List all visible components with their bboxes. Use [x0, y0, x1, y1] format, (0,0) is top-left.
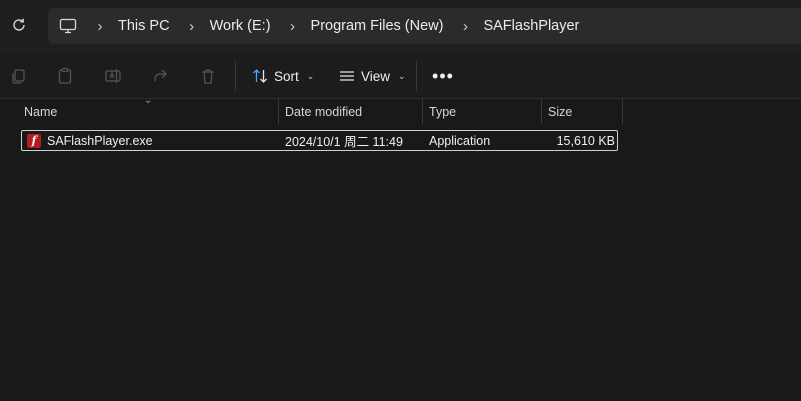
table-row[interactable]: f SAFlashPlayer.exe 2024/10/1 周二 11:49 A… — [21, 130, 618, 151]
file-size: 15,610 KB — [556, 133, 615, 148]
copy-button[interactable] — [6, 64, 30, 88]
more-options-button[interactable]: ••• — [432, 65, 454, 87]
column-header-date-label: Date modified — [285, 104, 363, 119]
breadcrumb-saflashplayer[interactable]: SAFlashPlayer — [477, 18, 589, 34]
share-button[interactable] — [148, 64, 172, 88]
file-name-cell: f SAFlashPlayer.exe — [27, 131, 153, 150]
file-type: Application — [429, 133, 491, 148]
chevron-down-icon: ⌄ — [306, 70, 315, 81]
view-button[interactable]: View ⌄ — [339, 63, 406, 89]
column-header-size[interactable]: Size — [542, 99, 623, 124]
sort-button[interactable]: Sort ⌄ — [252, 63, 314, 89]
breadcrumb-this-pc[interactable]: This PC — [112, 18, 180, 34]
column-header-date[interactable]: Date modified — [279, 99, 423, 124]
paste-icon — [58, 67, 72, 84]
sort-icon — [253, 69, 267, 83]
chevron-right-icon[interactable]: › — [281, 18, 305, 35]
trash-icon — [202, 69, 214, 84]
column-header-name[interactable]: Name — [17, 99, 279, 124]
column-header-size-label: Size — [548, 104, 573, 119]
monitor-icon — [59, 18, 77, 34]
toolbar-divider — [235, 61, 236, 91]
share-icon — [154, 69, 167, 81]
sort-label: Sort — [274, 68, 299, 84]
toolbar-divider — [416, 61, 417, 91]
this-pc-icon-button[interactable] — [48, 8, 88, 44]
chevron-right-icon[interactable]: › — [453, 18, 477, 35]
refresh-button[interactable] — [8, 14, 30, 36]
column-header-type[interactable]: Type — [423, 99, 542, 124]
paste-button[interactable] — [53, 64, 77, 88]
chevron-right-icon[interactable]: › — [88, 18, 112, 35]
file-name: SAFlashPlayer.exe — [47, 133, 153, 148]
column-header-name-label: Name — [24, 104, 58, 119]
refresh-icon — [13, 18, 25, 31]
rename-icon — [105, 69, 121, 83]
chevron-right-icon[interactable]: › — [180, 18, 204, 35]
copy-icon — [12, 69, 25, 84]
flash-icon: f — [27, 133, 41, 148]
command-bar: Sort ⌄ View ⌄ ••• — [0, 53, 801, 99]
view-list-icon — [340, 71, 354, 81]
address-bar-area: › This PC › Work (E:) › Program Files (N… — [0, 0, 801, 53]
column-header-type-label: Type — [429, 104, 457, 119]
delete-button[interactable] — [196, 64, 220, 88]
breadcrumb[interactable]: › This PC › Work (E:) › Program Files (N… — [48, 8, 801, 44]
column-header-row: ⌄ Name Date modified Type Size — [0, 95, 801, 124]
rename-button[interactable] — [101, 64, 125, 88]
file-date: 2024/10/1 周二 11:49 — [285, 135, 403, 149]
breadcrumb-program-files[interactable]: Program Files (New) — [305, 18, 454, 34]
breadcrumb-work-drive[interactable]: Work (E:) — [204, 18, 281, 34]
chevron-down-icon: ⌄ — [398, 70, 406, 81]
view-label: View — [361, 68, 391, 84]
